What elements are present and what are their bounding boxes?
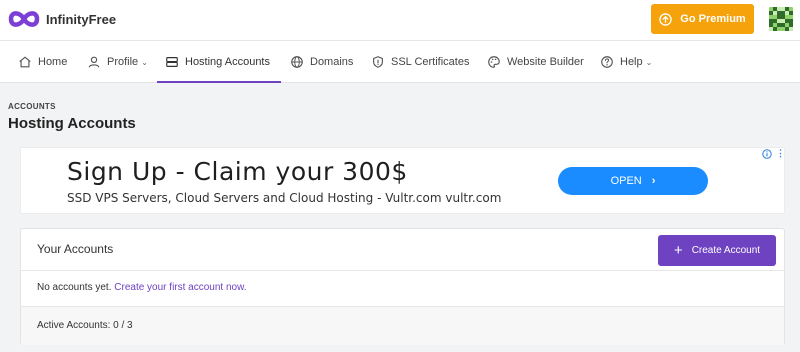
palette-icon	[488, 56, 500, 68]
user-icon	[88, 56, 100, 68]
nav-item-home[interactable]: Home	[18, 41, 67, 83]
more-options-icon[interactable]: ⋮	[776, 148, 785, 159]
home-icon	[19, 56, 31, 68]
empty-state-text: No accounts yet.	[37, 282, 115, 293]
ad-open-label: OPEN	[610, 175, 642, 187]
nav-item-label: Help	[620, 56, 643, 68]
nav-item-domains[interactable]: Domains	[290, 41, 353, 83]
user-avatar-icon	[769, 7, 793, 31]
globe-icon	[291, 56, 303, 68]
nav-item-label: Website Builder	[507, 56, 584, 68]
main-nav: Home Profile ⌄ Hosting Accounts Domains …	[0, 40, 800, 83]
ad-open-button[interactable]: OPEN ›	[558, 167, 708, 195]
card-body: No accounts yet. Create your first accou…	[37, 282, 247, 293]
go-premium-label: Go Premium	[680, 13, 746, 25]
nav-item-ssl-certificates[interactable]: SSL Certificates	[371, 41, 469, 83]
ad-choices[interactable]: ⋮	[762, 148, 785, 159]
brand-logo[interactable]: InfinityFree	[7, 8, 116, 30]
nav-item-label: Profile	[107, 56, 139, 68]
nav-item-label: Home	[38, 56, 68, 68]
top-bar: InfinityFree Go Premium	[0, 0, 800, 40]
ad-headline[interactable]: Sign Up - Claim your 300$	[67, 157, 408, 186]
go-premium-button[interactable]: Go Premium	[651, 4, 754, 34]
active-accounts-count: Active Accounts: 0 / 3	[37, 320, 133, 331]
info-icon	[762, 148, 772, 159]
chevron-right-icon: ›	[651, 175, 656, 187]
accounts-card: Your Accounts + Create Account No accoun…	[20, 228, 785, 345]
ad-description[interactable]: SSD VPS Servers, Cloud Servers and Cloud…	[67, 191, 501, 205]
ad-banner[interactable]: Sign Up - Claim your 300$ SSD VPS Server…	[20, 147, 785, 214]
create-account-label: Create Account	[691, 245, 761, 256]
nav-item-help[interactable]: Help ⌄	[600, 41, 652, 83]
arrow-up-circle-icon	[659, 12, 673, 26]
infinity-logo-icon	[8, 11, 40, 27]
brand-name: InfinityFree	[46, 11, 117, 27]
card-footer: Active Accounts: 0 / 3	[21, 306, 784, 345]
plus-icon: +	[673, 242, 683, 259]
help-icon	[601, 56, 613, 68]
card-header: Your Accounts + Create Account	[21, 229, 784, 271]
server-icon	[166, 57, 178, 67]
create-first-account-link[interactable]: Create your first account now.	[114, 282, 246, 293]
card-title: Your Accounts	[37, 242, 114, 256]
active-tab-indicator	[157, 81, 281, 83]
nav-item-hosting-accounts[interactable]: Hosting Accounts	[165, 41, 270, 83]
nav-item-label: Hosting Accounts	[185, 56, 270, 68]
create-account-button[interactable]: + Create Account	[658, 235, 776, 266]
page-title: Hosting Accounts	[8, 115, 136, 132]
nav-item-label: SSL Certificates	[391, 56, 470, 68]
nav-item-label: Domains	[310, 56, 354, 68]
shield-icon	[373, 56, 383, 68]
chevron-down-icon: ⌄	[141, 57, 148, 67]
nav-item-website-builder[interactable]: Website Builder	[487, 41, 584, 83]
avatar[interactable]	[769, 7, 793, 31]
breadcrumb: ACCOUNTS	[8, 102, 56, 111]
chevron-down-icon: ⌄	[645, 57, 653, 67]
nav-item-profile[interactable]: Profile ⌄	[87, 41, 148, 83]
